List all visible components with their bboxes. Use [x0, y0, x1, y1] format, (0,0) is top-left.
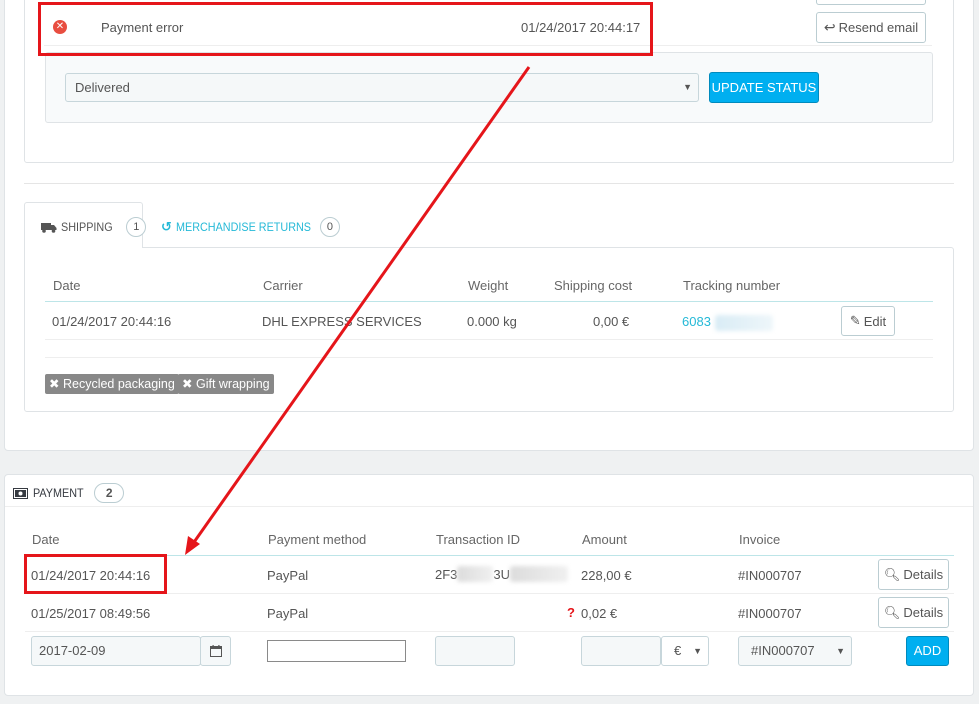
search-icon: 🔍︎: [883, 604, 901, 620]
tag-gift-wrapping: ✖ Gift wrapping: [178, 374, 274, 394]
invoice-select[interactable]: #IN000707 ▼: [738, 636, 852, 666]
amount-input[interactable]: [581, 636, 661, 666]
payment-col-amount: Amount: [582, 532, 627, 547]
redacted-tracking: [714, 314, 773, 331]
calendar-icon: [209, 645, 222, 657]
tab-returns-text: MERCHANDISE RETURNS: [175, 220, 311, 234]
invoice-value: #IN000707: [751, 643, 815, 658]
tag-recycled-label: Recycled packaging: [62, 377, 175, 391]
resend-email-label: Resend email: [838, 20, 919, 35]
tab-shipping-label-group[interactable]: SHIPPING 1: [41, 217, 147, 237]
payment-col-invoice: Invoice: [739, 532, 781, 547]
details-label: Details: [903, 567, 944, 582]
transaction-id-input[interactable]: [435, 636, 515, 666]
reply-icon: ↩: [823, 19, 836, 35]
add-payment-button[interactable]: ADD: [906, 636, 949, 666]
payment-title-text: PAYMENT: [33, 486, 84, 500]
truck-icon: [41, 222, 57, 233]
previous-resend-button-edge[interactable]: [816, 0, 926, 5]
shipping-col-cost: Shipping cost: [554, 278, 633, 293]
shipping-row-line: [45, 339, 933, 340]
tracking-number-text: 6083: [682, 314, 711, 329]
details-button[interactable]: 🔍︎ Details: [878, 559, 949, 590]
shipping-weight: 0.000 kg: [467, 314, 517, 329]
amount-warning-icon: ?: [567, 605, 575, 620]
shipping-cost: 0,00 €: [593, 314, 630, 329]
shipping-footer-line: [45, 357, 933, 358]
edit-label: Edit: [863, 313, 887, 329]
payment-method: PayPal: [267, 568, 309, 583]
shipping-date: 01/24/2017 20:44:16: [52, 314, 172, 329]
calendar-button[interactable]: [200, 636, 231, 666]
payment-date-input[interactable]: 2017-02-09: [31, 636, 201, 666]
shipping-col-carrier: Carrier: [263, 278, 303, 293]
transaction-id-prefix: 2F3: [435, 566, 458, 582]
payment-method-input[interactable]: [267, 640, 406, 662]
redacted-transaction-b: [510, 566, 569, 582]
payment-date-value: 2017-02-09: [39, 643, 106, 658]
chevron-down-icon: ▼: [836, 646, 845, 656]
shipping-carrier: DHL EXPRESS SERVICES: [262, 314, 422, 329]
resend-email-button[interactable]: ↩ Resend email: [816, 12, 926, 43]
payment-col-date: Date: [32, 532, 60, 547]
payment-invoice: #IN000707: [738, 568, 802, 583]
payment-date: 01/25/2017 08:49:56: [31, 606, 151, 621]
redacted-transaction-a: [457, 566, 494, 582]
shipping-header-line: [45, 301, 933, 302]
shipping-col-weight: Weight: [468, 278, 509, 293]
payment-count-badge: 2: [94, 483, 125, 503]
payment-heading-line: [5, 506, 973, 507]
details-button[interactable]: 🔍︎ Details: [878, 597, 949, 628]
returns-count-badge: 0: [319, 217, 340, 237]
payment-amount: 228,00 €: [581, 568, 632, 583]
x-icon: ✖: [182, 377, 193, 391]
money-icon: [13, 487, 28, 499]
section-divider: [24, 183, 954, 184]
payment-col-transaction: Transaction ID: [436, 532, 521, 547]
tag-gift-label: Gift wrapping: [195, 377, 270, 391]
chevron-down-icon: ▼: [683, 82, 692, 92]
transaction-id-mid: 3U: [493, 566, 511, 582]
annotation-box-payment-date: [24, 554, 167, 594]
payment-row-line: [25, 631, 954, 632]
tag-recycled-packaging: ✖ Recycled packaging: [45, 374, 179, 394]
tab-shipping-text: SHIPPING: [61, 220, 113, 234]
transaction-id: 2F3 3U: [435, 566, 569, 582]
edit-shipping-button[interactable]: ✎ Edit: [841, 306, 895, 336]
payment-panel-title: PAYMENT 2: [13, 483, 125, 503]
update-status-button[interactable]: UPDATE STATUS: [709, 72, 819, 103]
currency-select[interactable]: € ▼: [661, 636, 709, 666]
tab-merchandise-returns[interactable]: ↺ MERCHANDISE RETURNS 0: [161, 217, 340, 237]
payment-col-method: Payment method: [268, 532, 367, 547]
payment-invoice: #IN000707: [738, 606, 802, 621]
payment-amount: 0,02 €: [581, 606, 618, 621]
refresh-icon: ↺: [161, 219, 172, 234]
shipping-count-badge: 1: [126, 217, 147, 237]
order-status-select[interactable]: Delivered ▼: [65, 73, 699, 102]
details-label: Details: [903, 605, 944, 620]
order-status-selected: Delivered: [75, 80, 130, 95]
shipping-col-tracking: Tracking number: [683, 278, 781, 293]
pencil-icon: ✎: [849, 313, 861, 328]
tracking-number-link[interactable]: 6083: [682, 314, 773, 331]
search-icon: 🔍︎: [883, 566, 901, 582]
currency-value: €: [674, 643, 682, 658]
shipping-col-date: Date: [53, 278, 81, 293]
annotation-box-status: [38, 2, 653, 56]
chevron-down-icon: ▼: [693, 646, 702, 656]
x-icon: ✖: [49, 377, 60, 391]
payment-method: PayPal: [267, 606, 309, 621]
